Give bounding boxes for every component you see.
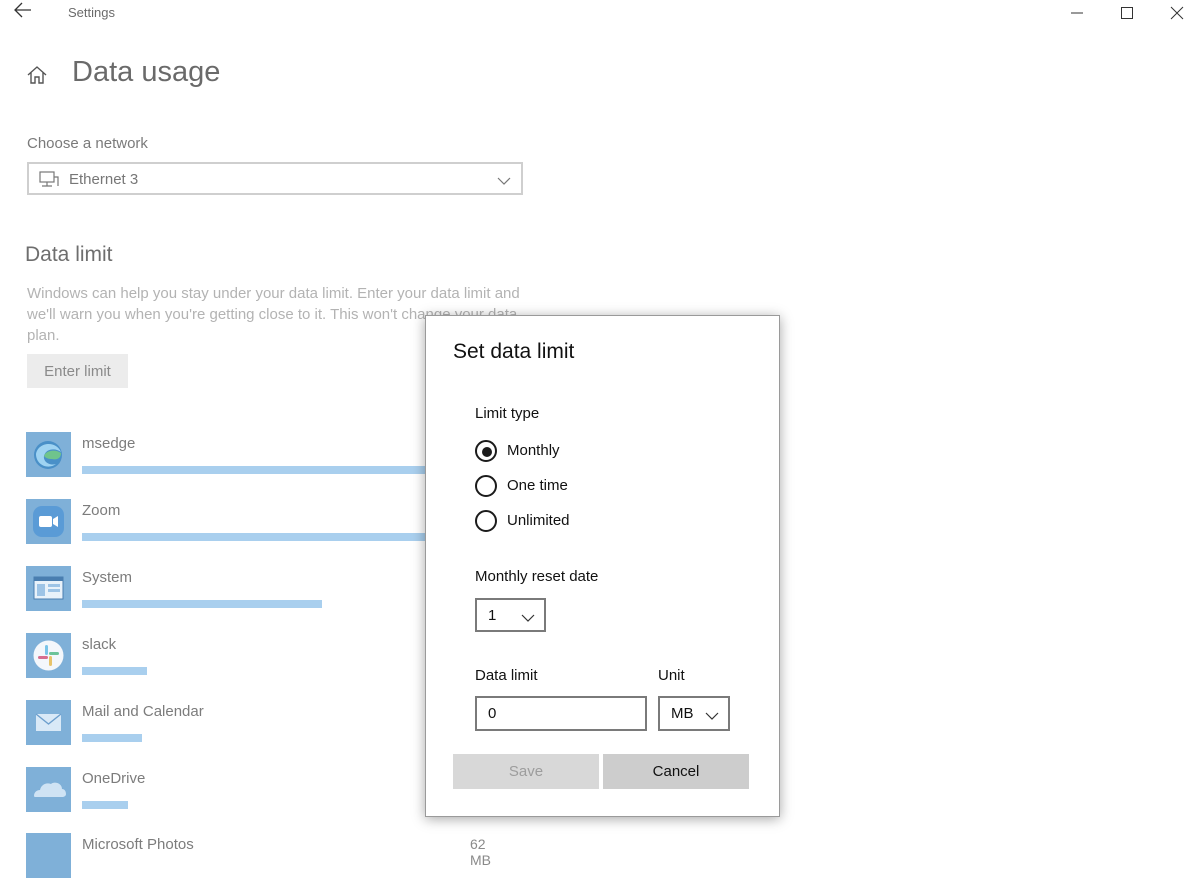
app-name: Mail and Calendar [82,703,204,720]
unit-value: MB [671,705,694,722]
back-arrow-icon [14,2,31,18]
close-button[interactable] [1154,0,1200,26]
maximize-button[interactable] [1104,0,1150,26]
app-name: slack [82,636,117,653]
dialog-title: Set data limit [453,340,575,363]
unit-dropdown[interactable]: MB [658,696,730,731]
close-icon [1170,6,1184,20]
reset-date-label: Monthly reset date [475,568,599,585]
title-bar: Settings [0,0,1200,26]
window-title: Settings [68,5,115,20]
reset-date-dropdown[interactable]: 1 [475,598,546,632]
app-name: OneDrive [82,770,146,787]
edge-icon [26,432,71,477]
unit-label: Unit [658,667,685,684]
radio-label: One time [507,477,568,494]
data-limit-input[interactable] [475,696,647,731]
usage-bar [82,667,147,675]
save-button[interactable]: Save [453,754,599,789]
photos-icon [26,833,71,878]
app-name: Microsoft Photos [82,836,194,853]
app-usage-size: 62 MB [470,836,491,868]
data-limit-heading: Data limit [25,243,113,266]
chevron-down-icon [497,173,511,191]
radio-label: Unlimited [507,512,570,529]
enter-limit-button[interactable]: Enter limit [27,354,128,388]
list-item: Microsoft Photos 62 MB [26,833,506,889]
reset-date-value: 1 [488,607,497,624]
minimize-icon [1071,12,1083,14]
radio-circle [475,440,497,462]
radio-circle [475,510,497,532]
network-dropdown[interactable]: Ethernet 3 [27,162,523,195]
set-data-limit-dialog: Set data limit Limit type Monthly One ti… [425,315,780,817]
app-name: msedge [82,435,136,452]
data-limit-label: Data limit [475,667,538,684]
zoom-icon [26,499,71,544]
app-name: System [82,569,133,586]
page-title: Data usage [72,56,221,88]
usage-bar [82,600,322,608]
usage-bar [82,801,128,809]
minimize-button[interactable] [1054,0,1100,26]
radio-label: Monthly [507,442,560,459]
maximize-icon [1121,7,1133,19]
chevron-down-icon [705,708,719,726]
usage-bar [82,734,142,742]
onedrive-icon [26,767,71,812]
system-icon [26,566,71,611]
radio-circle [475,475,497,497]
home-icon[interactable] [26,64,50,88]
slack-icon [26,633,71,678]
cancel-button[interactable]: Cancel [603,754,749,789]
limit-type-label: Limit type [475,405,540,422]
network-value: Ethernet 3 [69,171,139,188]
radio-selected-dot [482,447,492,457]
ethernet-icon [39,171,59,194]
back-button[interactable] [14,2,40,22]
choose-network-label: Choose a network [27,135,148,152]
chevron-down-icon [521,610,535,628]
mail-icon [26,700,71,745]
app-name: Zoom [82,502,121,519]
